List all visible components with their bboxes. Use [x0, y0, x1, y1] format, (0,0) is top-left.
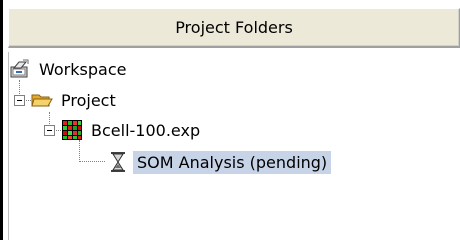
heatmap-icon	[61, 119, 83, 141]
hourglass-icon	[107, 151, 129, 173]
workspace-icon	[9, 58, 31, 80]
panel-header[interactable]: Project Folders	[8, 8, 460, 48]
tree-connector	[79, 161, 105, 162]
tree-item-workspace[interactable]: Workspace	[9, 54, 130, 84]
tree-item-label: Workspace	[39, 59, 127, 79]
tree-item-label: SOM Analysis (pending)	[133, 150, 332, 174]
tree-item-label: Bcell-100.exp	[91, 120, 201, 140]
project-folders-panel: Project Folders Workspace Project Bcell-…	[0, 0, 460, 240]
tree-item-experiment[interactable]: Bcell-100.exp	[61, 115, 204, 145]
panel-frame-edge	[0, 0, 3, 240]
collapse-toggle-project[interactable]	[14, 95, 25, 106]
tree-item-label: Project	[61, 90, 116, 110]
collapse-toggle-bcell[interactable]	[44, 125, 55, 136]
folder-open-icon	[31, 89, 53, 111]
project-tree[interactable]: Workspace Project Bcell-100.exp SOM Anal…	[8, 52, 460, 240]
tree-item-som-analysis[interactable]: SOM Analysis (pending)	[107, 147, 332, 177]
panel-title: Project Folders	[175, 18, 293, 37]
tree-item-project[interactable]: Project	[31, 85, 120, 115]
